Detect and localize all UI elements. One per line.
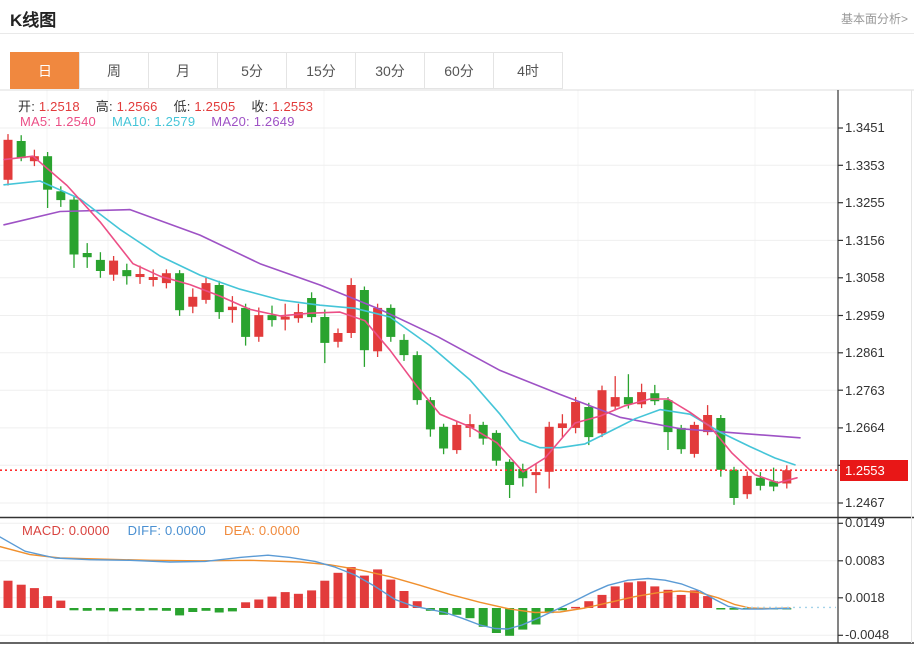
price-tick-label: 1.2959 <box>845 308 905 323</box>
legend-item: MA10: 1.2579 <box>112 114 195 129</box>
price-tick-label: 1.2763 <box>845 383 905 398</box>
legend-item: 低: 1.2505 <box>174 96 236 115</box>
legend-item: 高: 1.2566 <box>96 96 158 115</box>
price-tick-label: 1.3058 <box>845 270 905 285</box>
kline-widget: K线图 基本面分析> 日周月5分15分30分60分4时 开: 1.2518高: … <box>0 0 914 648</box>
current-price-badge: 1.2553 <box>840 460 908 481</box>
legend-item: DIFF: 0.0000 <box>128 523 206 538</box>
macd-tick-label: -0.0048 <box>845 627 905 642</box>
legend-item: MACD: 0.0000 <box>22 523 110 538</box>
macd-tick-label: 0.0018 <box>845 590 905 605</box>
legend-item: 收: 1.2553 <box>251 96 313 115</box>
price-tick-label: 1.2664 <box>845 420 905 435</box>
ma-legend: MA5: 1.2540 MA10: 1.2579 MA20: 1.2649 <box>20 114 295 129</box>
legend-item: MA5: 1.2540 <box>20 114 96 129</box>
legend-item: DEA: 0.0000 <box>224 523 300 538</box>
price-tick-label: 1.3255 <box>845 195 905 210</box>
price-tick-label: 1.3156 <box>845 233 905 248</box>
price-tick-label: 1.3451 <box>845 120 905 135</box>
price-tick-label: 1.3353 <box>845 158 905 173</box>
macd-tick-label: 0.0149 <box>845 515 905 530</box>
ohlc-legend: 开: 1.2518 高: 1.2566 低: 1.2505 收: 1.2553 <box>18 96 313 115</box>
price-tick-label: 1.2467 <box>845 495 905 510</box>
legend-item: 开: 1.2518 <box>18 96 80 115</box>
legend-item: MA20: 1.2649 <box>211 114 294 129</box>
macd-tick-label: 0.0083 <box>845 553 905 568</box>
price-tick-label: 1.2861 <box>845 345 905 360</box>
macd-legend: MACD: 0.0000 DIFF: 0.0000 DEA: 0.0000 <box>22 523 300 538</box>
